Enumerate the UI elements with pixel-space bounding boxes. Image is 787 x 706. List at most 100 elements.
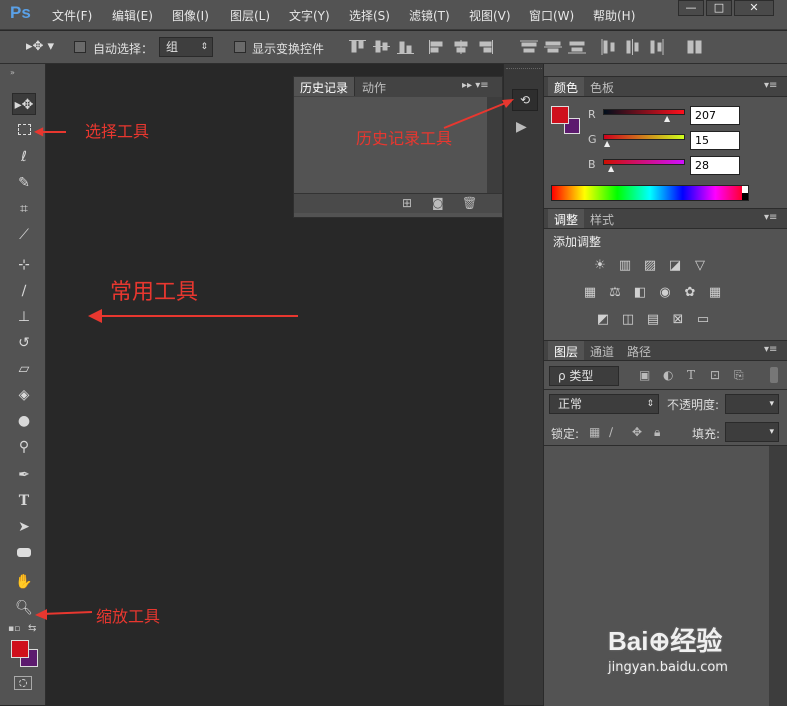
layers-panel-menu-icon[interactable]: ▾≡: [764, 344, 777, 355]
curves-icon[interactable]: ▨: [641, 257, 659, 275]
marquee-tool-icon[interactable]: [12, 120, 36, 142]
healing-brush-tool-icon[interactable]: ⊹: [12, 254, 36, 276]
tab-paths[interactable]: 路径: [621, 341, 658, 360]
gradient-map-icon[interactable]: ▭: [694, 311, 712, 329]
menu-help[interactable]: 帮助(H): [593, 7, 635, 24]
default-colors-icon[interactable]: ▪▫: [8, 624, 20, 634]
snapshot-camera-icon[interactable]: ◙: [432, 196, 444, 210]
close-button[interactable]: ✕: [734, 0, 774, 16]
panel-menu-icon[interactable]: ▸▸ ▾≡: [462, 80, 489, 91]
tab-layers[interactable]: 图层: [548, 341, 586, 360]
b-thumb-icon[interactable]: ▲: [608, 164, 614, 173]
menu-file[interactable]: 文件(F): [52, 7, 92, 24]
layers-scrollbar[interactable]: [769, 446, 787, 706]
menu-image[interactable]: 图像(I): [172, 7, 209, 24]
lock-all-icon[interactable]: 🔒︎: [654, 425, 660, 440]
fill-field[interactable]: ▾: [725, 422, 779, 442]
channel-mixer-icon[interactable]: ✿: [681, 284, 699, 302]
layer-filter-dropdown[interactable]: ρ 类型: [549, 366, 619, 386]
dodge-tool-icon[interactable]: ⚲: [12, 436, 36, 458]
clone-stamp-tool-icon[interactable]: ⊥: [12, 306, 36, 328]
move-tool-preset-icon[interactable]: ▸✥ ▾: [26, 39, 54, 54]
crop-tool-icon[interactable]: ⌗: [12, 198, 36, 220]
tab-channels[interactable]: 通道: [584, 341, 621, 360]
brush-tool-icon[interactable]: ∕: [12, 280, 36, 302]
menu-select[interactable]: 选择(S): [349, 7, 390, 24]
g-thumb-icon[interactable]: ▲: [604, 139, 610, 148]
invert-icon[interactable]: ◩: [594, 311, 612, 329]
paint-bucket-tool-icon[interactable]: ◈: [12, 384, 36, 406]
hue-saturation-icon[interactable]: ▦: [581, 284, 599, 302]
tab-color[interactable]: 颜色: [548, 77, 586, 96]
menu-layer[interactable]: 图层(L): [230, 7, 270, 24]
filter-type-icon[interactable]: T: [687, 368, 695, 382]
swap-colors-icon[interactable]: ⇆: [28, 623, 36, 634]
blur-tool-icon[interactable]: ●: [12, 410, 36, 432]
filter-smart-icon[interactable]: ⎘: [734, 368, 744, 383]
r-value-field[interactable]: 207: [690, 106, 740, 125]
color-lookup-icon[interactable]: ▦: [706, 284, 724, 302]
blend-mode-dropdown[interactable]: 正常 ⇕: [549, 394, 659, 414]
threshold-icon[interactable]: ▤: [644, 311, 662, 329]
filter-adjust-icon[interactable]: ◐: [663, 368, 673, 382]
foreground-color-swatch[interactable]: [11, 640, 29, 658]
lock-transparent-icon[interactable]: ▦: [589, 425, 600, 439]
eyedropper-tool-icon[interactable]: ⟋: [12, 224, 36, 246]
g-value-field[interactable]: 15: [690, 131, 740, 150]
show-transform-checkbox[interactable]: [234, 41, 246, 53]
zoom-tool-icon[interactable]: 🔍︎: [12, 597, 36, 619]
adjust-panel-menu-icon[interactable]: ▾≡: [764, 212, 777, 223]
photo-filter-icon[interactable]: ◉: [656, 284, 674, 302]
black-white-icon[interactable]: ◧: [631, 284, 649, 302]
menu-filter[interactable]: 滤镜(T): [409, 7, 450, 24]
quick-mask-icon[interactable]: [14, 676, 32, 690]
g-slider[interactable]: [603, 134, 685, 140]
opacity-field[interactable]: ▾: [725, 394, 779, 414]
vibrance-icon[interactable]: ▽: [691, 257, 709, 275]
tab-styles[interactable]: 样式: [584, 209, 621, 228]
menu-edit[interactable]: 编辑(E): [112, 7, 153, 24]
tab-adjustments[interactable]: 调整: [548, 209, 586, 228]
hand-tool-icon[interactable]: ✋: [12, 571, 36, 593]
r-thumb-icon[interactable]: ▲: [664, 114, 670, 123]
collapse-arrows-icon[interactable]: »: [10, 68, 15, 77]
b-slider[interactable]: [603, 159, 685, 165]
path-select-tool-icon[interactable]: ➤: [12, 516, 36, 538]
color-spectrum-bar[interactable]: [551, 185, 749, 201]
filter-pixel-icon[interactable]: ▣: [639, 368, 650, 382]
menu-view[interactable]: 视图(V): [469, 7, 511, 24]
trash-icon[interactable]: 🗑︎: [462, 196, 477, 210]
pen-tool-icon[interactable]: ✒: [12, 464, 36, 486]
lasso-tool-icon[interactable]: ℓ: [12, 146, 36, 168]
color-fg-swatch[interactable]: [551, 106, 569, 124]
selective-color-icon[interactable]: ⊠: [669, 311, 687, 329]
history-brush-tool-icon[interactable]: ↺: [12, 332, 36, 354]
eraser-tool-icon[interactable]: ▱: [12, 358, 36, 380]
type-tool-icon[interactable]: T: [12, 490, 36, 512]
lock-position-icon[interactable]: ✥: [632, 425, 642, 439]
menu-type[interactable]: 文字(Y): [289, 7, 330, 24]
levels-icon[interactable]: ▥: [616, 257, 634, 275]
color-balance-icon[interactable]: ⚖: [606, 284, 624, 302]
menu-window[interactable]: 窗口(W): [529, 7, 574, 24]
auto-select-checkbox[interactable]: [74, 41, 86, 53]
posterize-icon[interactable]: ◫: [619, 311, 637, 329]
shape-tool-icon[interactable]: [12, 542, 36, 564]
lock-paint-icon[interactable]: ∕: [609, 425, 613, 439]
brightness-icon[interactable]: ☀: [591, 257, 609, 275]
tab-actions[interactable]: 动作: [356, 77, 393, 96]
r-slider[interactable]: [603, 109, 685, 115]
tab-history[interactable]: 历史记录: [294, 77, 356, 96]
new-document-icon[interactable]: ⊞: [402, 196, 412, 210]
move-tool-icon[interactable]: ▸✥: [12, 93, 36, 115]
restore-button[interactable]: □: [706, 0, 732, 16]
auto-select-dropdown[interactable]: 组 ⇕: [159, 37, 213, 57]
filter-shape-icon[interactable]: ⊡: [710, 368, 720, 382]
filter-toggle[interactable]: [770, 367, 778, 383]
minimize-button[interactable]: —: [678, 0, 704, 16]
color-panel-menu-icon[interactable]: ▾≡: [764, 80, 777, 91]
quick-select-tool-icon[interactable]: ✎: [12, 172, 36, 194]
tab-swatches[interactable]: 色板: [584, 77, 621, 96]
b-value-field[interactable]: 28: [690, 156, 740, 175]
exposure-icon[interactable]: ◪: [666, 257, 684, 275]
